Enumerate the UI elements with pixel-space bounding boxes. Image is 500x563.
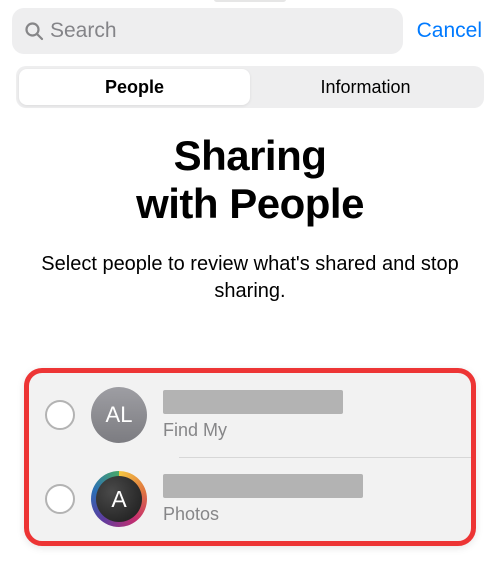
avatar-initials: AL (106, 402, 133, 428)
avatar-initials: A (111, 486, 126, 513)
top-bar: Search Cancel (0, 0, 500, 62)
page-title: Sharing with People (0, 132, 500, 229)
avatar: A (91, 471, 147, 527)
heading-line-2: with People (136, 180, 364, 227)
item-body: Find My (163, 390, 455, 441)
segment-control: People Information (16, 66, 484, 108)
search-icon (24, 21, 44, 41)
person-name-redacted (163, 474, 363, 498)
cancel-button[interactable]: Cancel (415, 19, 484, 43)
select-radio[interactable] (45, 400, 75, 430)
people-list-highlighted: AL Find My A Photos (24, 368, 476, 546)
tab-people[interactable]: People (19, 69, 250, 105)
avatar: AL (91, 387, 147, 443)
tab-information[interactable]: Information (250, 69, 481, 105)
app-label: Photos (163, 504, 455, 525)
item-body: Photos (163, 474, 455, 525)
search-input[interactable]: Search (12, 8, 403, 54)
search-placeholder: Search (50, 19, 117, 43)
page-subtitle: Select people to review what's shared an… (32, 251, 468, 305)
heading-line-1: Sharing (174, 132, 327, 179)
select-radio[interactable] (45, 484, 75, 514)
person-name-redacted (163, 390, 343, 414)
list-item[interactable]: A Photos (29, 457, 471, 541)
app-label: Find My (163, 420, 455, 441)
sheet-grabber[interactable] (214, 0, 286, 2)
list-item[interactable]: AL Find My (29, 373, 471, 457)
